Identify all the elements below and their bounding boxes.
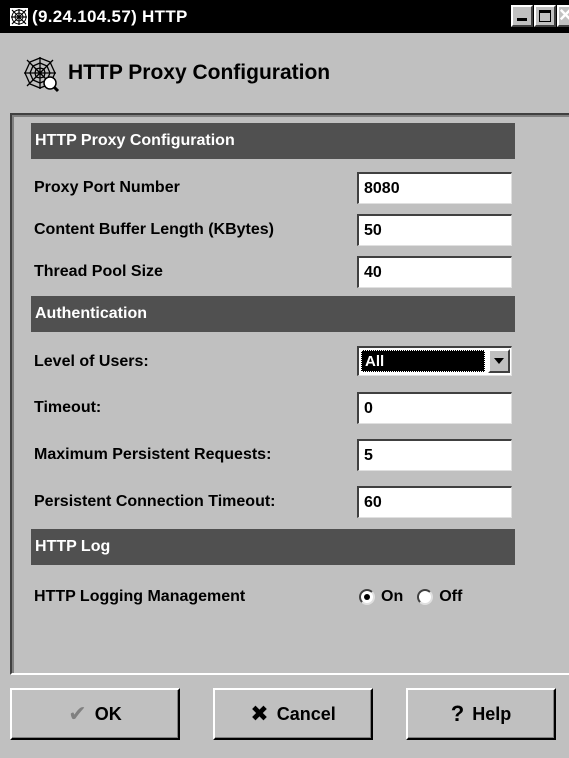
content-buffer-input[interactable]: 50 [357,214,512,246]
radio-off-label[interactable]: Off [439,588,462,606]
label-level-of-users: Level of Users: [34,353,149,370]
persistent-connection-timeout-input[interactable]: 60 [357,486,512,518]
spider-web-icon [20,53,60,93]
config-panel: HTTP Proxy Configuration Proxy Port Numb… [10,113,569,675]
level-of-users-select[interactable]: All [357,346,512,376]
question-mark-icon: ? [450,701,465,726]
window-title: (9.24.104.57) HTTP [32,6,188,26]
proxy-port-input[interactable]: 8080 [357,172,512,204]
radio-on[interactable] [359,589,375,605]
section-header-authentication: Authentication [31,296,515,332]
label-thread-pool: Thread Pool Size [34,263,163,280]
ok-button[interactable]: ✔ OK [10,688,180,740]
http-logging-radio-group: On Off [359,579,476,615]
minimize-icon[interactable] [511,5,533,27]
thread-pool-input[interactable]: 40 [357,256,512,288]
page-title: HTTP Proxy Configuration [68,60,331,84]
maximize-icon[interactable] [534,5,556,27]
ok-button-label: OK [94,703,122,724]
cancel-button-label: Cancel [276,703,336,724]
section-header-http-log: HTTP Log [31,529,515,565]
checkmark-icon: ✔ [68,701,87,726]
label-proxy-port: Proxy Port Number [34,179,180,196]
help-button[interactable]: ? Help [406,688,556,740]
label-http-logging-management: HTTP Logging Management [34,588,246,605]
window-titlebar[interactable]: (9.24.104.57) HTTP [0,0,569,33]
timeout-input[interactable]: 0 [357,392,512,424]
label-persistent-connection-timeout: Persistent Connection Timeout: [34,493,276,510]
close-icon[interactable] [557,5,569,27]
label-content-buffer: Content Buffer Length (KBytes) [34,221,274,238]
chevron-down-icon[interactable] [488,349,510,373]
max-persistent-requests-input[interactable]: 5 [357,439,512,471]
label-max-persistent-requests: Maximum Persistent Requests: [34,446,272,463]
cancel-button[interactable]: ✖ Cancel [213,688,373,740]
radio-on-label[interactable]: On [381,588,403,606]
help-button-label: Help [472,703,512,724]
window-controls [510,5,569,27]
section-header-proxy: HTTP Proxy Configuration [31,123,515,159]
level-of-users-value[interactable]: All [361,350,485,372]
label-timeout: Timeout: [34,399,102,416]
radio-off[interactable] [417,589,434,605]
dialog-header: HTTP Proxy Configuration [0,35,569,110]
x-icon: ✖ [250,701,269,726]
app-icon[interactable] [9,7,29,27]
